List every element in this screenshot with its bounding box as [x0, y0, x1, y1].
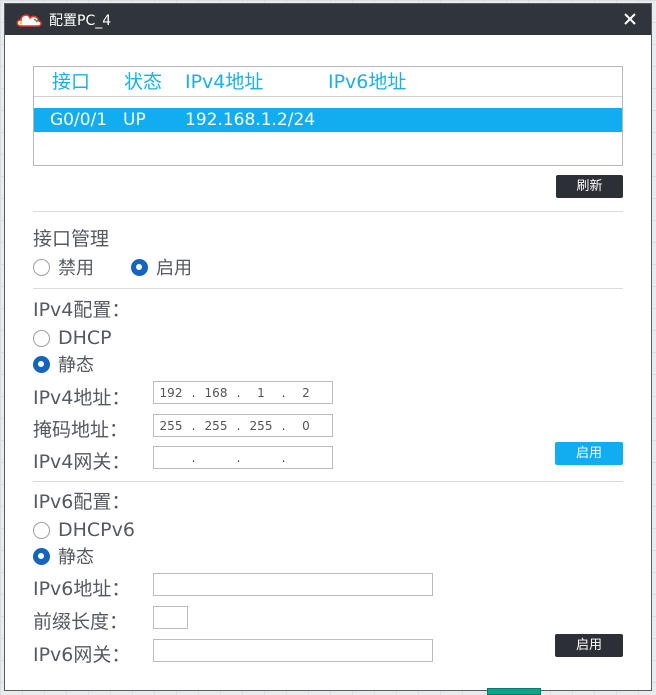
- mask-label: 掩码地址：: [33, 419, 129, 441]
- ipv4-dhcp-label: DHCP: [58, 327, 112, 349]
- ipv4-static-option[interactable]: 静态: [33, 351, 94, 377]
- mask-octet: 255: [159, 418, 183, 433]
- ipv6-static-option[interactable]: 静态: [33, 543, 94, 569]
- header-interface: 接口: [52, 71, 91, 93]
- mask-octet: 255: [249, 418, 273, 433]
- enable-option[interactable]: 启用: [131, 254, 192, 280]
- interface-table: 接口 状态 IPv4地址 IPv6地址 G0/0/1 UP 192.168.1.…: [33, 66, 623, 166]
- ipv4-static-label: 静态: [58, 355, 94, 376]
- ipv4-octet: 168: [204, 385, 228, 400]
- cloud-logo-icon: [16, 13, 42, 27]
- header-status: 状态: [124, 71, 163, 93]
- ipv4-gateway-input[interactable]: . . .: [153, 446, 333, 469]
- divider: [33, 288, 623, 289]
- enable-radio[interactable]: [131, 258, 148, 276]
- ipv6-dhcp-option[interactable]: DHCPv6: [33, 519, 135, 541]
- config-dialog: 配置PC_4 接口 状态 IPv4地址 IPv6地址 G0/0/1 UP 192…: [4, 3, 652, 691]
- background-device-icon: [487, 688, 541, 695]
- octet-separator: .: [191, 450, 196, 465]
- header-ipv4: IPv4地址: [185, 71, 264, 93]
- close-icon[interactable]: [621, 10, 639, 28]
- divider: [33, 211, 623, 212]
- octet-separator: .: [281, 385, 286, 400]
- ipv4-static-radio[interactable]: [33, 355, 50, 373]
- ipv4-dhcp-radio[interactable]: [33, 329, 50, 347]
- table-row[interactable]: G0/0/1 UP 192.168.1.2/24: [34, 108, 622, 132]
- ipv4-address-label: IPv4地址：: [33, 387, 131, 409]
- disable-option[interactable]: 禁用: [33, 254, 94, 280]
- ipv6-dhcp-radio[interactable]: [33, 521, 50, 539]
- disable-label: 禁用: [58, 258, 94, 279]
- mask-input[interactable]: 255. 255. 255. 0: [153, 414, 333, 437]
- octet-separator: .: [281, 418, 286, 433]
- ipv4-apply-button[interactable]: 启用: [555, 442, 623, 465]
- title-bar: 配置PC_4: [5, 4, 651, 35]
- ipv4-octet: 2: [302, 385, 310, 400]
- ipv6-static-radio[interactable]: [33, 547, 50, 565]
- ipv6-address-label: IPv6地址：: [33, 578, 131, 600]
- ipv4-config-title: IPv4配置：: [33, 299, 131, 321]
- ipv6-gateway-label: IPv6网关：: [33, 644, 131, 666]
- enable-label: 启用: [156, 258, 192, 279]
- prefix-length-input[interactable]: [153, 606, 188, 629]
- ipv6-static-label: 静态: [58, 547, 94, 568]
- window-title: 配置PC_4: [49, 12, 112, 29]
- octet-separator: .: [191, 418, 196, 433]
- header-ipv6: IPv6地址: [328, 71, 407, 93]
- octet-separator: .: [281, 450, 286, 465]
- mask-octet: 255: [204, 418, 228, 433]
- octet-separator: .: [236, 385, 241, 400]
- row-status: UP: [123, 110, 146, 130]
- ipv4-octet: 192: [159, 385, 183, 400]
- octet-separator: .: [236, 418, 241, 433]
- ipv6-gateway-input[interactable]: [153, 639, 433, 662]
- octet-separator: .: [236, 450, 241, 465]
- ipv6-dhcp-label: DHCPv6: [58, 519, 135, 541]
- octet-separator: .: [191, 385, 196, 400]
- divider: [33, 481, 623, 482]
- ipv4-dhcp-option[interactable]: DHCP: [33, 327, 112, 349]
- ipv4-octet: 1: [257, 385, 265, 400]
- ipv6-address-input[interactable]: [153, 573, 433, 596]
- ipv4-address-input[interactable]: 192. 168. 1. 2: [153, 381, 333, 404]
- ipv6-config-title: IPv6配置：: [33, 491, 131, 513]
- ipv6-apply-button[interactable]: 启用: [555, 634, 623, 657]
- mask-octet: 0: [302, 418, 310, 433]
- table-header: 接口 状态 IPv4地址 IPv6地址: [34, 67, 622, 97]
- refresh-button[interactable]: 刷新: [556, 175, 623, 198]
- disable-radio[interactable]: [33, 258, 50, 276]
- prefix-length-label: 前缀长度：: [33, 611, 129, 633]
- row-interface: G0/0/1: [50, 110, 108, 130]
- row-ipv4: 192.168.1.2/24: [185, 110, 316, 130]
- ipv4-gateway-label: IPv4网关：: [33, 451, 131, 473]
- interface-mgmt-title: 接口管理: [33, 228, 110, 250]
